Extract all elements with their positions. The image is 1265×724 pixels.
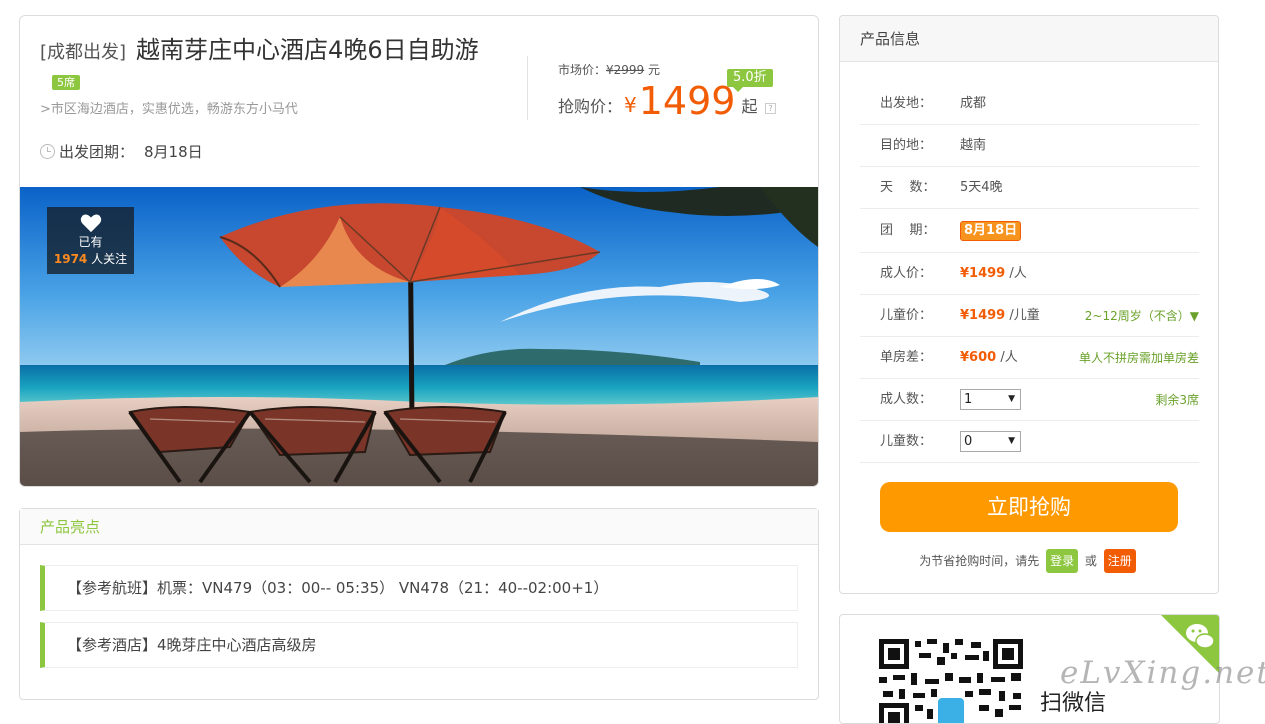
product-title: [成都出发] 越南芽庄中心酒店4晚6日自助游 5席 xyxy=(40,36,500,95)
highlights-title: 产品亮点 xyxy=(20,509,818,545)
info-label: 天 数： xyxy=(880,180,936,195)
price-unit: /人 xyxy=(1000,350,1018,365)
info-label: 儿童价： xyxy=(880,308,933,323)
highlights-card: 产品亮点 【参考航班】机票：VN479（03：00-- 05:35） VN478… xyxy=(19,508,819,700)
price-suffix: 起 xyxy=(741,97,758,116)
info-value: 成都 xyxy=(960,96,987,111)
buy-price-value: 1499 xyxy=(638,79,736,123)
market-price-unit: 元 xyxy=(648,63,661,77)
highlight-item: 【参考航班】机票：VN479（03：00-- 05:35） VN478（21：4… xyxy=(40,565,798,611)
info-value: 5天4晚 xyxy=(960,180,1003,195)
dropdown-arrow-icon: ▼ xyxy=(1008,436,1015,446)
market-currency: ¥ xyxy=(606,63,614,77)
hero-image: 已有 1974 人关注 xyxy=(20,187,818,486)
buy-now-button[interactable]: 立即抢购 xyxy=(880,482,1178,532)
follow-count-line: 1974 人关注 xyxy=(47,250,134,267)
seats-badge: 5席 xyxy=(52,74,80,90)
watermark: eLvXing.net xyxy=(1060,655,1265,691)
info-label: 出发地： xyxy=(880,96,933,111)
info-label: 儿童数： xyxy=(880,434,933,449)
help-icon[interactable]: ? xyxy=(765,103,776,114)
info-value: ¥600 /人 xyxy=(960,337,1018,379)
single-supplement-price: ¥600 xyxy=(960,350,997,365)
product-subtitle: >市区海边酒店，实惠优选，畅游东方小马代 xyxy=(40,102,298,117)
info-row-adult-count: 成人数： 1 ▼ 剩余3席 xyxy=(860,379,1199,421)
child-age-toggle[interactable]: 2~12周岁（不含）▼ xyxy=(1085,295,1199,337)
info-label: 成人数： xyxy=(880,392,933,407)
follow-suffix: 人关注 xyxy=(91,252,128,266)
heart-icon xyxy=(80,214,101,233)
buy-price: 抢购价： ¥ 1499 起 xyxy=(558,79,757,123)
info-label: 目的地： xyxy=(880,138,933,153)
product-info-title: 产品信息 xyxy=(840,16,1218,62)
single-supplement-note: 单人不拼房需加单房差 xyxy=(1078,351,1199,365)
product-info-card: 产品信息 出发地： 成都 目的地： 越南 天 数： 5天4晚 团 期： 8月18… xyxy=(839,15,1219,594)
info-label: 团 期： xyxy=(880,223,936,238)
adult-count-value: 1 xyxy=(964,392,973,407)
adult-price: ¥1499 xyxy=(960,266,1006,281)
market-price-label: 市场价： xyxy=(558,63,607,77)
highlight-item: 【参考酒店】4晚芽庄中心酒店高级房 xyxy=(40,622,798,668)
or-text: 或 xyxy=(1084,554,1097,568)
follow-label: 已有 xyxy=(78,235,103,249)
adult-count-select[interactable]: 1 ▼ xyxy=(960,389,1021,410)
child-count-value: 0 xyxy=(964,434,973,449)
register-button[interactable]: 注册 xyxy=(1103,549,1136,573)
date-chip[interactable]: 8月18日 xyxy=(960,221,1022,241)
info-value: 越南 xyxy=(960,138,987,153)
info-value: ¥1499 /儿童 xyxy=(960,295,1040,337)
info-row-origin: 出发地： 成都 xyxy=(860,83,1199,125)
remaining-seats: 剩余3席 xyxy=(1155,393,1199,407)
currency-symbol: ¥ xyxy=(624,93,637,117)
market-price: 市场价：¥2999 元 xyxy=(558,61,660,78)
info-row-child-count: 儿童数： 0 ▼ xyxy=(860,421,1199,463)
product-title-text: 越南芽庄中心酒店4晚6日自助游 xyxy=(136,36,479,64)
clock-icon xyxy=(40,144,55,159)
login-prompt-row: 为节省抢购时间，请先 登录 或 注册 xyxy=(840,549,1218,573)
beach-illustration xyxy=(20,187,818,486)
vertical-divider xyxy=(527,56,528,120)
date-option[interactable]: 8月18日 xyxy=(960,209,1022,253)
depart-date: 8月18日 xyxy=(144,143,203,161)
qr-code xyxy=(879,639,1023,723)
info-row-date: 团 期： 8月18日 xyxy=(860,209,1199,253)
info-row-child-price: 儿童价： ¥1499 /儿童 2~12周岁（不含）▼ xyxy=(860,295,1199,337)
price-unit: /儿童 xyxy=(1009,308,1040,323)
buy-price-label: 抢购价： xyxy=(558,97,623,116)
depart-label: 出发团期： xyxy=(59,143,135,161)
info-row-destination: 目的地： 越南 xyxy=(860,125,1199,167)
price-unit: /人 xyxy=(1009,266,1027,281)
info-label: 成人价： xyxy=(880,266,933,281)
origin-prefix: [成都出发] xyxy=(40,42,127,63)
market-price-value: ¥2999 xyxy=(606,63,644,77)
follow-count: 1974 xyxy=(53,252,88,266)
info-value: ¥1499 /人 xyxy=(960,253,1027,295)
dropdown-arrow-icon: ▼ xyxy=(1008,394,1015,404)
child-price: ¥1499 xyxy=(960,308,1006,323)
product-card: [成都出发] 越南芽庄中心酒店4晚6日自助游 5席 >市区海边酒店，实惠优选，畅游东… xyxy=(19,15,819,487)
market-price-number: 2999 xyxy=(613,63,645,77)
login-prompt: 为节省抢购时间，请先 xyxy=(919,554,1040,568)
login-button[interactable]: 登录 xyxy=(1046,549,1079,573)
info-row-days: 天 数： 5天4晚 xyxy=(860,167,1199,209)
follow-badge[interactable]: 已有 1974 人关注 xyxy=(47,207,134,274)
child-count-select[interactable]: 0 ▼ xyxy=(960,431,1021,452)
info-row-adult-price: 成人价： ¥1499 /人 xyxy=(860,253,1199,295)
info-label: 单房差： xyxy=(880,350,933,365)
depart-row: 出发团期： 8月18日 xyxy=(40,141,203,162)
info-row-single-supplement: 单房差： ¥600 /人 单人不拼房需加单房差 xyxy=(860,337,1199,379)
